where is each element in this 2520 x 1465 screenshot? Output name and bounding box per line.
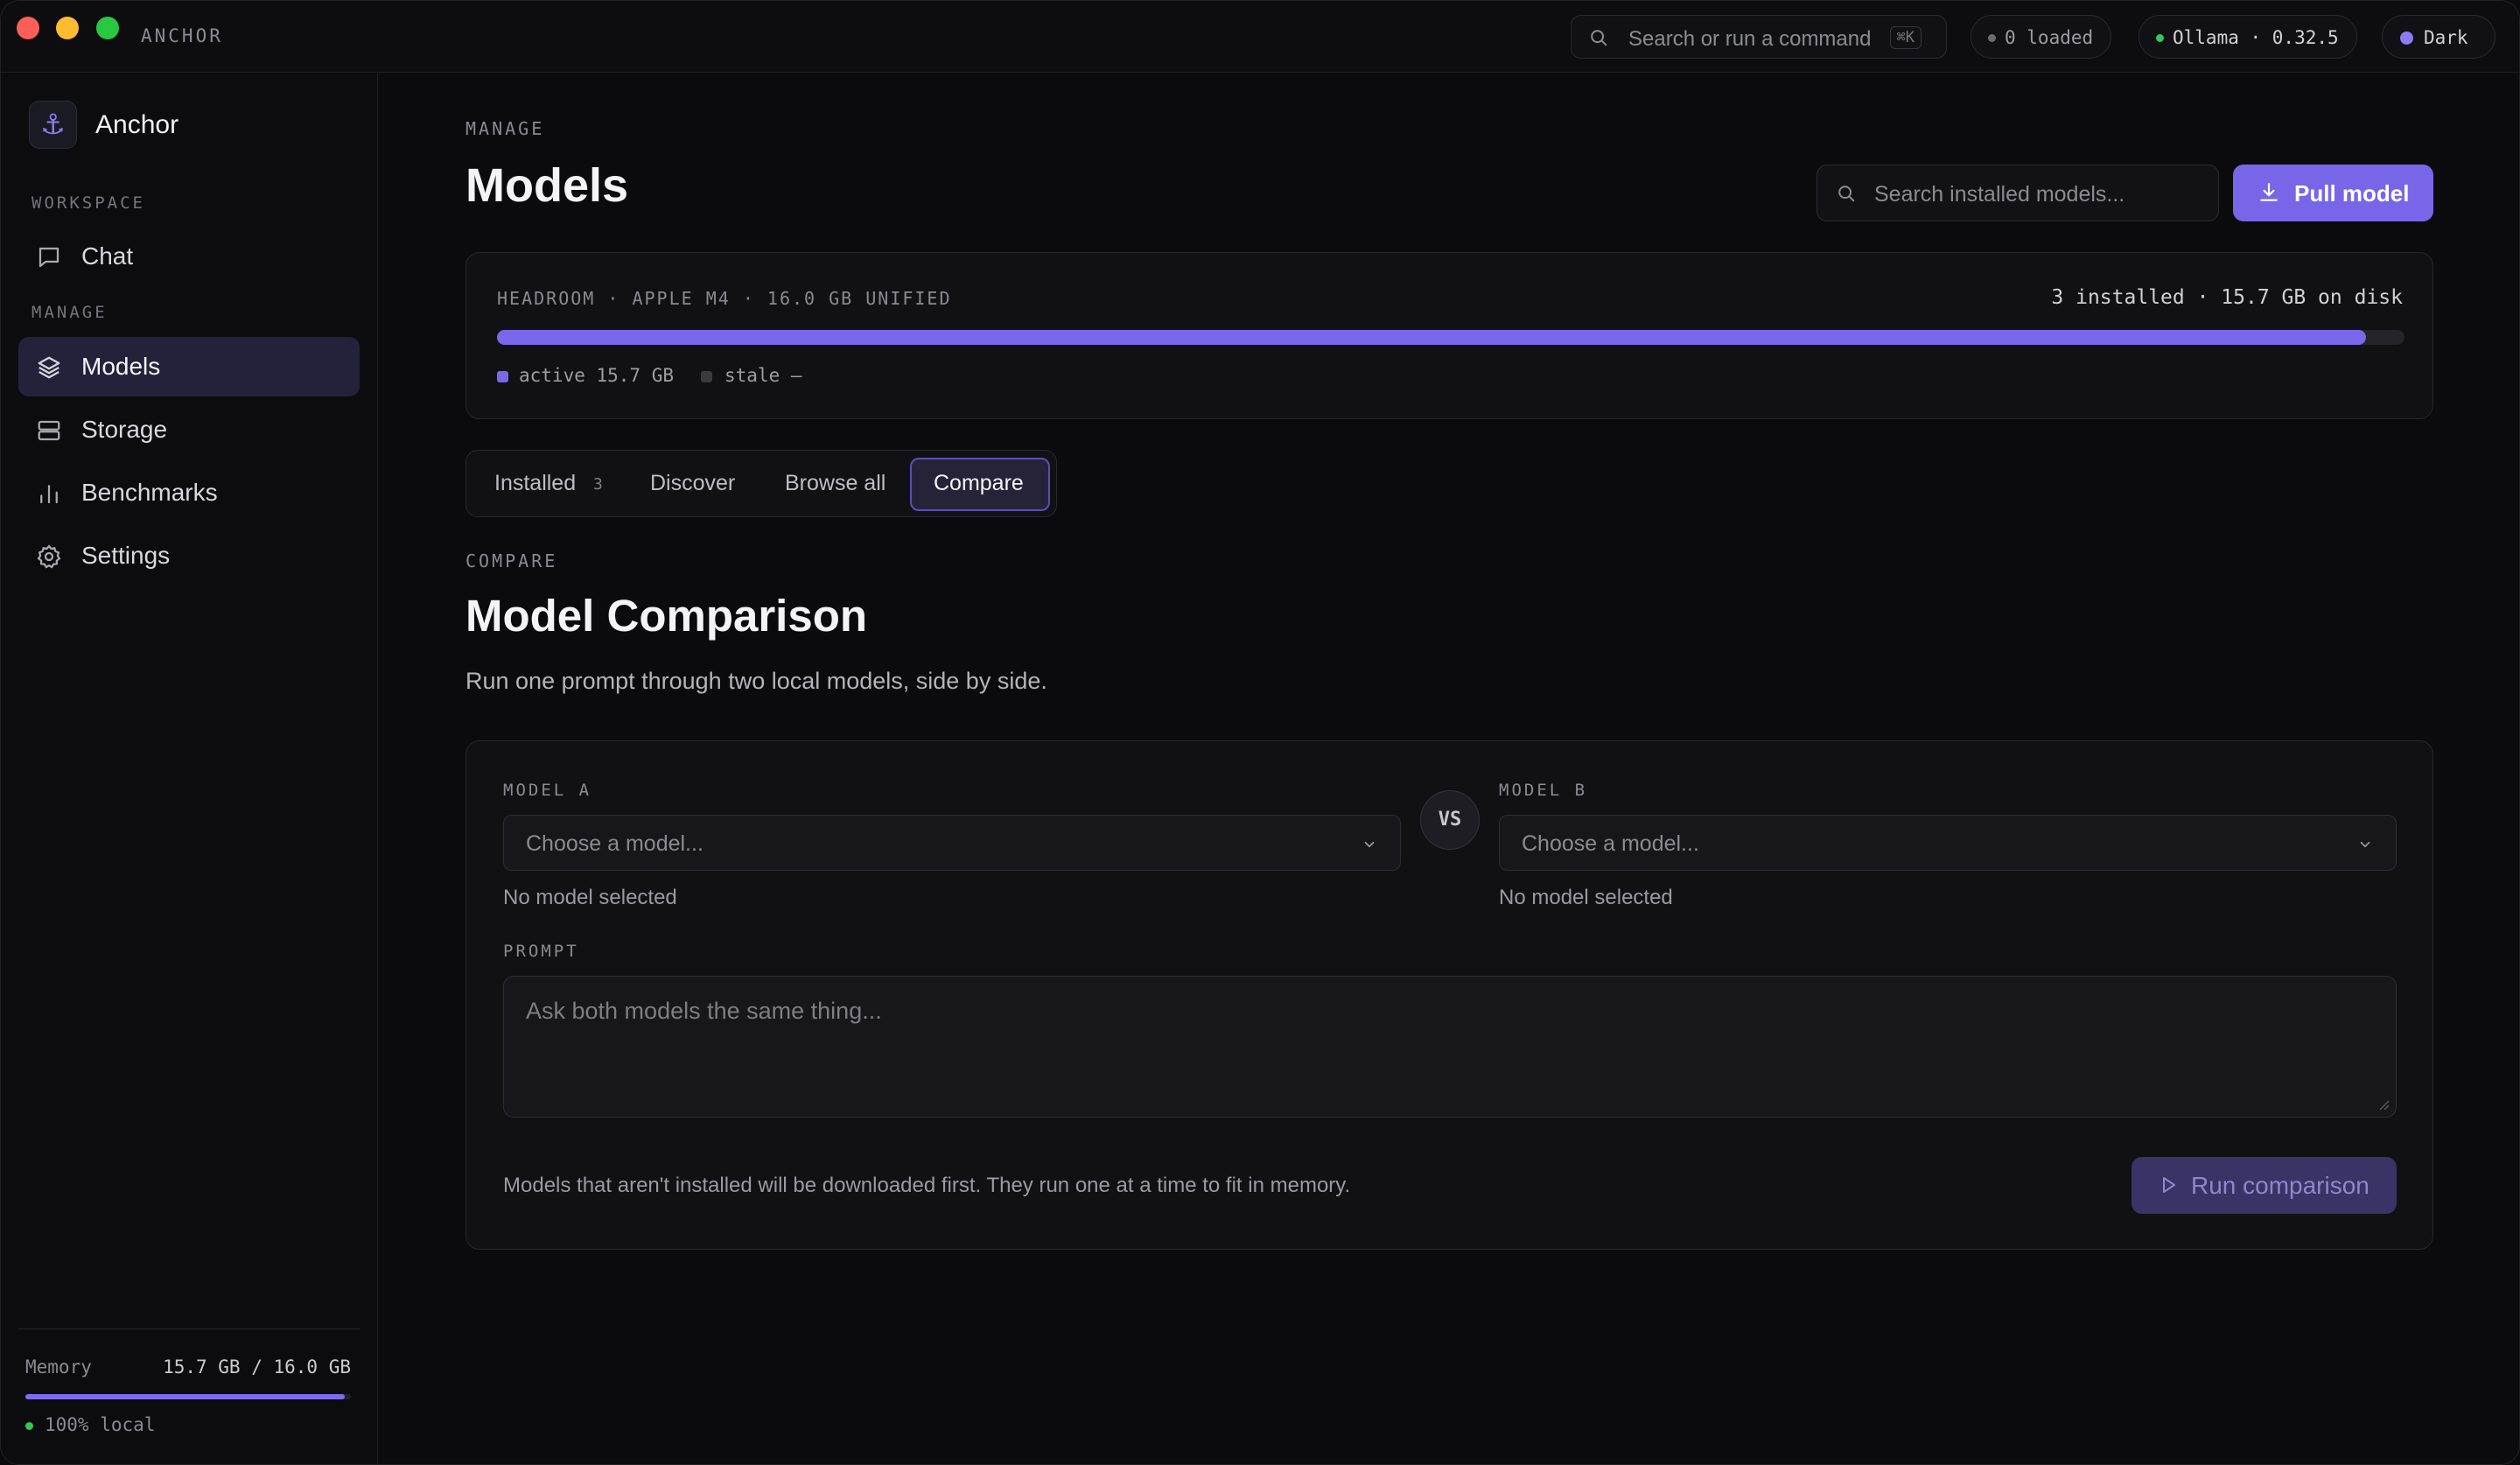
model-a-placeholder: Choose a model... bbox=[526, 831, 704, 856]
runtime-status-pill[interactable]: Ollama · 0.32.5 bbox=[2138, 15, 2357, 59]
sidebar-item-models[interactable]: Models bbox=[18, 337, 360, 396]
tab-label: Installed bbox=[494, 471, 577, 495]
tab-discover[interactable]: Discover bbox=[627, 458, 755, 511]
sidebar-item-benchmarks[interactable]: Benchmarks bbox=[18, 463, 360, 522]
headroom-card: HEADROOM · APPLE M4 · 16.0 GB UNIFIED 3 … bbox=[466, 252, 2433, 419]
headroom-label: HEADROOM · APPLE M4 · 16.0 GB UNIFIED bbox=[497, 288, 952, 309]
compare-hint: Models that aren't installed will be dow… bbox=[503, 1174, 1351, 1197]
local-status: 100% local bbox=[45, 1414, 156, 1435]
theme-toggle[interactable]: Dark bbox=[2382, 15, 2496, 59]
headroom-bar bbox=[497, 330, 2404, 345]
headroom-summary: 3 installed · 15.7 GB on disk bbox=[2051, 286, 2403, 309]
tab-label: Compare bbox=[934, 471, 1024, 495]
storage-icon bbox=[38, 420, 60, 441]
tab-label: Browse all bbox=[785, 471, 886, 495]
bar-chart-icon bbox=[40, 485, 58, 504]
command-search-placeholder: Search or run a command bbox=[1628, 27, 1872, 51]
command-shortcut: ⌘K bbox=[1889, 26, 1922, 49]
sidebar-item-settings[interactable]: Settings bbox=[18, 526, 360, 585]
model-a-label: MODEL A bbox=[503, 781, 592, 800]
model-b-label: MODEL B bbox=[1499, 781, 1588, 800]
sidebar-item-storage[interactable]: Storage bbox=[18, 400, 360, 459]
command-search[interactable]: Search or run a command ⌘K bbox=[1571, 15, 1947, 59]
close-window-button[interactable] bbox=[17, 17, 39, 39]
sidebar-item-label: Storage bbox=[81, 416, 168, 443]
sidebar-item-label: Settings bbox=[81, 542, 171, 569]
sidebar-section-workspace: WORKSPACE bbox=[32, 193, 145, 213]
tab-compare[interactable]: Compare bbox=[910, 458, 1050, 511]
sidebar-item-label: Benchmarks bbox=[81, 479, 218, 506]
anchor-icon: ⚓ bbox=[29, 101, 77, 149]
search-icon bbox=[1591, 30, 1607, 46]
loaded-status-pill[interactable]: 0 loaded bbox=[1970, 15, 2111, 59]
memory-bar bbox=[25, 1394, 351, 1399]
brand-name: Anchor bbox=[95, 110, 179, 139]
search-icon bbox=[1838, 186, 1855, 202]
chevron-down-icon bbox=[1364, 841, 1375, 848]
chevron-down-icon bbox=[2360, 841, 2370, 848]
page-eyebrow: MANAGE bbox=[466, 118, 545, 139]
layers-icon bbox=[38, 356, 60, 379]
legend-stale-swatch bbox=[701, 371, 712, 382]
legend-active: active 15.7 GB bbox=[519, 365, 675, 386]
sidebar-section-manage: MANAGE bbox=[32, 303, 108, 322]
pull-model-button[interactable]: Pull model bbox=[2233, 165, 2433, 221]
titlebar: ANCHOR Search or run a command ⌘K 0 load… bbox=[1, 1, 2519, 73]
app-name: ANCHOR bbox=[141, 25, 223, 46]
compare-eyebrow: COMPARE bbox=[466, 550, 558, 571]
search-installed-input[interactable]: Search installed models... bbox=[1816, 165, 2219, 221]
compare-title: Model Comparison bbox=[466, 591, 868, 641]
model-b-select[interactable]: Choose a model... bbox=[1499, 815, 2397, 871]
memory-label: Memory bbox=[25, 1356, 92, 1377]
vs-badge: VS bbox=[1420, 790, 1480, 850]
model-b-placeholder: Choose a model... bbox=[1522, 831, 1699, 856]
tab-installed[interactable]: Installed 3 bbox=[473, 458, 622, 511]
tab-count: 3 bbox=[593, 475, 603, 494]
resize-grip-icon[interactable] bbox=[2375, 1096, 2390, 1111]
page-title: Models bbox=[466, 159, 629, 212]
theme-label: Dark bbox=[2424, 27, 2468, 48]
model-a-status: No model selected bbox=[503, 886, 677, 909]
tab-label: Discover bbox=[650, 471, 736, 495]
sidebar: ⚓ Anchor WORKSPACE Chat MANAGE Models St… bbox=[1, 74, 378, 1464]
local-status-dot bbox=[25, 1422, 33, 1430]
prompt-label: PROMPT bbox=[503, 942, 579, 961]
memory-bar-fill bbox=[25, 1394, 345, 1399]
model-b-status: No model selected bbox=[1499, 886, 1673, 909]
run-comparison-button[interactable]: Run comparison bbox=[2132, 1157, 2397, 1214]
memory-value: 15.7 GB / 16.0 GB bbox=[163, 1356, 351, 1377]
download-icon bbox=[2260, 183, 2278, 201]
sidebar-divider bbox=[18, 1328, 360, 1329]
compare-subtitle: Run one prompt through two local models,… bbox=[466, 668, 1047, 694]
model-a-select[interactable]: Choose a model... bbox=[503, 815, 1401, 871]
prompt-textarea[interactable]: Ask both models the same thing... bbox=[503, 976, 2397, 1118]
loaded-status: 0 loaded bbox=[2005, 27, 2094, 48]
sidebar-item-chat[interactable]: Chat bbox=[18, 227, 360, 286]
run-comparison-label: Run comparison bbox=[2191, 1172, 2370, 1199]
minimize-window-button[interactable] bbox=[56, 17, 79, 39]
comparison-card: MODEL A Choose a model... No model selec… bbox=[466, 740, 2433, 1250]
headroom-bar-fill bbox=[497, 330, 2367, 345]
legend-stale: stale — bbox=[724, 365, 802, 386]
chat-icon bbox=[38, 247, 60, 268]
legend-active-swatch bbox=[497, 371, 508, 382]
gear-icon bbox=[37, 544, 61, 569]
loaded-status-dot bbox=[1988, 34, 1996, 42]
runtime-status-dot bbox=[2156, 34, 2164, 42]
maximize-window-button[interactable] bbox=[96, 17, 119, 39]
prompt-placeholder: Ask both models the same thing... bbox=[526, 998, 882, 1024]
app-window: ANCHOR Search or run a command ⌘K 0 load… bbox=[0, 0, 2520, 1465]
tab-browse-all[interactable]: Browse all bbox=[760, 458, 899, 511]
sidebar-item-label: Chat bbox=[81, 242, 134, 270]
play-icon bbox=[2163, 1177, 2175, 1193]
runtime-status: Ollama · 0.32.5 bbox=[2173, 27, 2339, 48]
search-installed-placeholder: Search installed models... bbox=[1874, 182, 2125, 207]
sidebar-item-label: Models bbox=[81, 353, 161, 380]
models-tabs: Installed 3 Discover Browse all Compare bbox=[466, 450, 1057, 517]
pull-model-label: Pull model bbox=[2294, 180, 2410, 207]
moon-icon bbox=[2400, 32, 2413, 45]
